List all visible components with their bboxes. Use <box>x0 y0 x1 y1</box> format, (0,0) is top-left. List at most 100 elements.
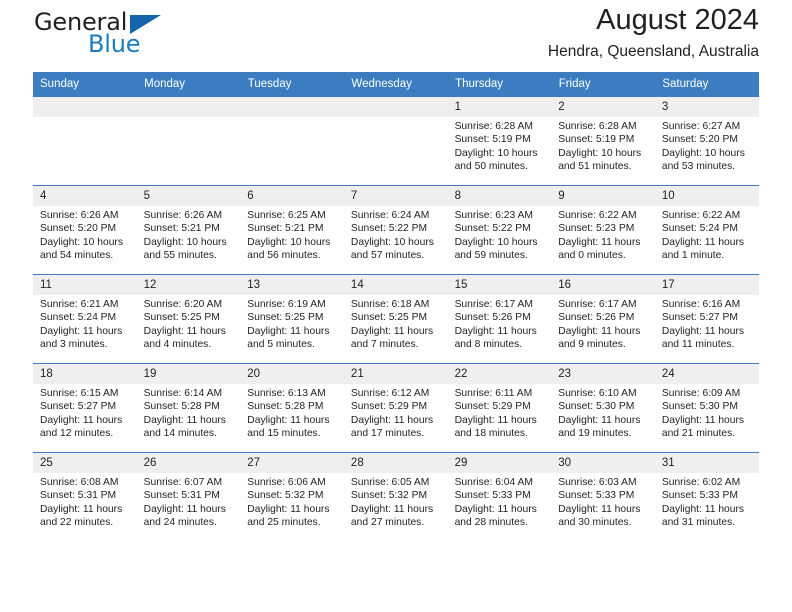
weekday-header-monday: Monday <box>136 72 241 97</box>
calendar-day-cell[interactable]: 30 Sunrise: 6:03 AM Sunset: 5:33 PM Dayligh… <box>551 452 655 541</box>
sunrise-text: Sunrise: 6:11 AM <box>454 388 533 399</box>
daylight-text-line1: Daylight: 11 hours <box>247 325 330 337</box>
day-details: Sunrise: 6:19 AM Sunset: 5:25 PM Daylight:… <box>240 295 344 351</box>
weekday-header-tuesday: Tuesday <box>240 72 345 97</box>
sunset-text: Sunset: 5:27 PM <box>661 312 738 324</box>
calendar-day-cell[interactable]: 13 Sunrise: 6:19 AM Sunset: 5:25 PM Dayligh… <box>240 274 344 364</box>
calendar-page: General Blue August 2024 Hendra, Queensl… <box>0 0 792 612</box>
calendar-day-cell[interactable]: 20 Sunrise: 6:13 AM Sunset: 5:28 PM Dayligh… <box>240 363 344 453</box>
calendar-day-cell[interactable]: 16 Sunrise: 6:17 AM Sunset: 5:26 PM Dayligh… <box>551 274 655 364</box>
sunrise-text: Sunrise: 6:13 AM <box>247 388 326 399</box>
sunset-text: Sunset: 5:32 PM <box>350 490 428 502</box>
calendar-week-row: 11 Sunrise: 6:21 AM Sunset: 5:24 PM Dayligh… <box>33 274 759 364</box>
daylight-text-line2: and 18 minutes. <box>454 427 528 439</box>
calendar-day-cell[interactable]: 17 Sunrise: 6:16 AM Sunset: 5:27 PM Dayligh… <box>654 274 759 364</box>
daylight-text-line2: and 5 minutes. <box>247 338 315 350</box>
daylight-text-line2: and 57 minutes. <box>350 249 425 261</box>
calendar-day-cell[interactable]: 31 Sunrise: 6:02 AM Sunset: 5:33 PM Dayligh… <box>654 452 759 541</box>
sunrise-text: Sunrise: 6:10 AM <box>558 388 637 399</box>
calendar-day-cell[interactable]: 2 Sunrise: 6:28 AM Sunset: 5:19 PM Daylight… <box>551 96 655 186</box>
day-details: Sunrise: 6:22 AM Sunset: 5:24 PM Daylight:… <box>655 206 759 262</box>
day-cell-inner: 1 Sunrise: 6:28 AM Sunset: 5:19 PM Daylight… <box>447 97 552 185</box>
calendar-day-cell[interactable]: 28 Sunrise: 6:05 AM Sunset: 5:32 PM Dayligh… <box>343 452 448 541</box>
daylight-text-line1: Daylight: 11 hours <box>661 236 745 248</box>
calendar-day-cell[interactable]: 9 Sunrise: 6:22 AM Sunset: 5:23 PM Daylight… <box>551 185 655 275</box>
sunrise-text: Sunrise: 6:04 AM <box>454 477 533 488</box>
day-cell-inner <box>240 97 344 185</box>
day-details: Sunrise: 6:08 AM Sunset: 5:31 PM Daylight:… <box>33 473 137 529</box>
day-cell-inner: 3 Sunrise: 6:27 AM Sunset: 5:20 PM Daylight… <box>654 97 759 185</box>
day-details: Sunrise: 6:11 AM Sunset: 5:29 PM Daylight:… <box>448 384 552 440</box>
calendar-day-cell[interactable]: 6 Sunrise: 6:25 AM Sunset: 5:21 PM Daylight… <box>240 185 344 275</box>
daylight-text-line1: Daylight: 10 hours <box>247 236 331 248</box>
day-number: 26 <box>136 453 241 473</box>
daylight-text-line2: and 21 minutes. <box>661 427 736 439</box>
day-number <box>33 97 137 117</box>
calendar-day-cell[interactable]: 15 Sunrise: 6:17 AM Sunset: 5:26 PM Dayligh… <box>447 274 552 364</box>
day-cell-inner <box>343 97 448 185</box>
sunset-text: Sunset: 5:32 PM <box>247 490 324 502</box>
day-details: Sunrise: 6:27 AM Sunset: 5:20 PM Daylight:… <box>655 117 759 173</box>
calendar-day-cell[interactable]: 24 Sunrise: 6:09 AM Sunset: 5:30 PM Dayligh… <box>654 363 759 453</box>
day-details: Sunrise: 6:26 AM Sunset: 5:21 PM Daylight:… <box>137 206 241 262</box>
calendar-day-cell[interactable]: 4 Sunrise: 6:26 AM Sunset: 5:20 PM Daylight… <box>33 185 137 275</box>
day-number <box>240 97 344 117</box>
day-number: 19 <box>136 364 241 384</box>
day-details: Sunrise: 6:05 AM Sunset: 5:32 PM Daylight:… <box>344 473 448 529</box>
calendar-day-cell[interactable]: 22 Sunrise: 6:11 AM Sunset: 5:29 PM Dayligh… <box>447 363 552 453</box>
sunrise-text: Sunrise: 6:26 AM <box>40 210 119 221</box>
day-number: 21 <box>343 364 448 384</box>
day-number: 20 <box>240 364 344 384</box>
calendar-day-cell[interactable]: 10 Sunrise: 6:22 AM Sunset: 5:24 PM Dayligh… <box>654 185 759 275</box>
sunrise-text: Sunrise: 6:26 AM <box>143 210 223 221</box>
daylight-text-line1: Daylight: 11 hours <box>247 414 330 426</box>
calendar-day-cell[interactable]: 26 Sunrise: 6:07 AM Sunset: 5:31 PM Dayligh… <box>136 452 241 541</box>
day-details: Sunrise: 6:14 AM Sunset: 5:28 PM Daylight:… <box>137 384 241 440</box>
sunrise-text: Sunrise: 6:27 AM <box>661 121 741 132</box>
day-details: Sunrise: 6:17 AM Sunset: 5:26 PM Daylight:… <box>551 295 655 351</box>
day-number: 11 <box>33 275 137 295</box>
calendar-day-cell[interactable]: 5 Sunrise: 6:26 AM Sunset: 5:21 PM Daylight… <box>136 185 241 275</box>
day-number: 13 <box>240 275 344 295</box>
daylight-text-line2: and 14 minutes. <box>143 427 217 439</box>
calendar-day-cell[interactable]: 21 Sunrise: 6:12 AM Sunset: 5:29 PM Dayligh… <box>343 363 448 453</box>
calendar-day-cell[interactable]: 27 Sunrise: 6:06 AM Sunset: 5:32 PM Dayligh… <box>240 452 344 541</box>
day-details: Sunrise: 6:22 AM Sunset: 5:23 PM Daylight:… <box>551 206 655 262</box>
day-details: Sunrise: 6:26 AM Sunset: 5:20 PM Daylight:… <box>33 206 137 262</box>
daylight-text-line2: and 31 minutes. <box>661 516 736 528</box>
day-details: Sunrise: 6:09 AM Sunset: 5:30 PM Daylight:… <box>655 384 759 440</box>
daylight-text-line2: and 11 minutes. <box>661 338 735 350</box>
day-number: 27 <box>240 453 344 473</box>
calendar-day-cell[interactable]: 29 Sunrise: 6:04 AM Sunset: 5:33 PM Dayligh… <box>447 452 552 541</box>
calendar-day-cell[interactable]: 12 Sunrise: 6:20 AM Sunset: 5:25 PM Dayligh… <box>136 274 241 364</box>
calendar-day-cell[interactable]: 11 Sunrise: 6:21 AM Sunset: 5:24 PM Dayligh… <box>33 274 137 364</box>
daylight-text-line2: and 30 minutes. <box>558 516 632 528</box>
calendar-week-row: 25 Sunrise: 6:08 AM Sunset: 5:31 PM Dayligh… <box>33 452 759 541</box>
calendar-day-cell[interactable]: 8 Sunrise: 6:23 AM Sunset: 5:22 PM Daylight… <box>447 185 552 275</box>
calendar-day-cell[interactable]: 14 Sunrise: 6:18 AM Sunset: 5:25 PM Dayligh… <box>343 274 448 364</box>
day-cell-inner: 28 Sunrise: 6:05 AM Sunset: 5:32 PM Dayligh… <box>343 453 448 541</box>
daylight-text-line1: Daylight: 11 hours <box>350 325 434 337</box>
calendar-day-cell[interactable]: 23 Sunrise: 6:10 AM Sunset: 5:30 PM Dayligh… <box>551 363 655 453</box>
daylight-text-line1: Daylight: 10 hours <box>350 236 434 248</box>
daylight-text-line1: Daylight: 10 hours <box>558 147 642 159</box>
calendar-day-cell[interactable]: 19 Sunrise: 6:14 AM Sunset: 5:28 PM Dayligh… <box>136 363 241 453</box>
sunset-text: Sunset: 5:28 PM <box>143 401 220 413</box>
sunrise-text: Sunrise: 6:12 AM <box>350 388 430 399</box>
day-cell-inner: 15 Sunrise: 6:17 AM Sunset: 5:26 PM Dayligh… <box>447 275 552 363</box>
daylight-text-line1: Daylight: 11 hours <box>558 236 641 248</box>
calendar-day-cell[interactable]: 3 Sunrise: 6:27 AM Sunset: 5:20 PM Daylight… <box>654 96 759 186</box>
daylight-text-line2: and 12 minutes. <box>40 427 114 439</box>
calendar-day-cell[interactable]: 25 Sunrise: 6:08 AM Sunset: 5:31 PM Dayligh… <box>33 452 137 541</box>
day-number: 9 <box>551 186 655 206</box>
daylight-text-line2: and 8 minutes. <box>454 338 523 350</box>
day-details: Sunrise: 6:24 AM Sunset: 5:22 PM Daylight:… <box>344 206 448 262</box>
calendar-day-cell[interactable]: 18 Sunrise: 6:15 AM Sunset: 5:27 PM Dayligh… <box>33 363 137 453</box>
sunset-text: Sunset: 5:33 PM <box>661 490 738 502</box>
sunrise-text: Sunrise: 6:28 AM <box>558 121 637 132</box>
brand-logo[interactable]: General Blue <box>33 8 223 64</box>
calendar-day-cell[interactable]: 7 Sunrise: 6:24 AM Sunset: 5:22 PM Daylight… <box>343 185 448 275</box>
daylight-text-line1: Daylight: 11 hours <box>661 325 745 337</box>
day-cell-inner: 25 Sunrise: 6:08 AM Sunset: 5:31 PM Dayligh… <box>33 453 137 541</box>
calendar-day-cell[interactable]: 1 Sunrise: 6:28 AM Sunset: 5:19 PM Daylight… <box>447 96 552 186</box>
